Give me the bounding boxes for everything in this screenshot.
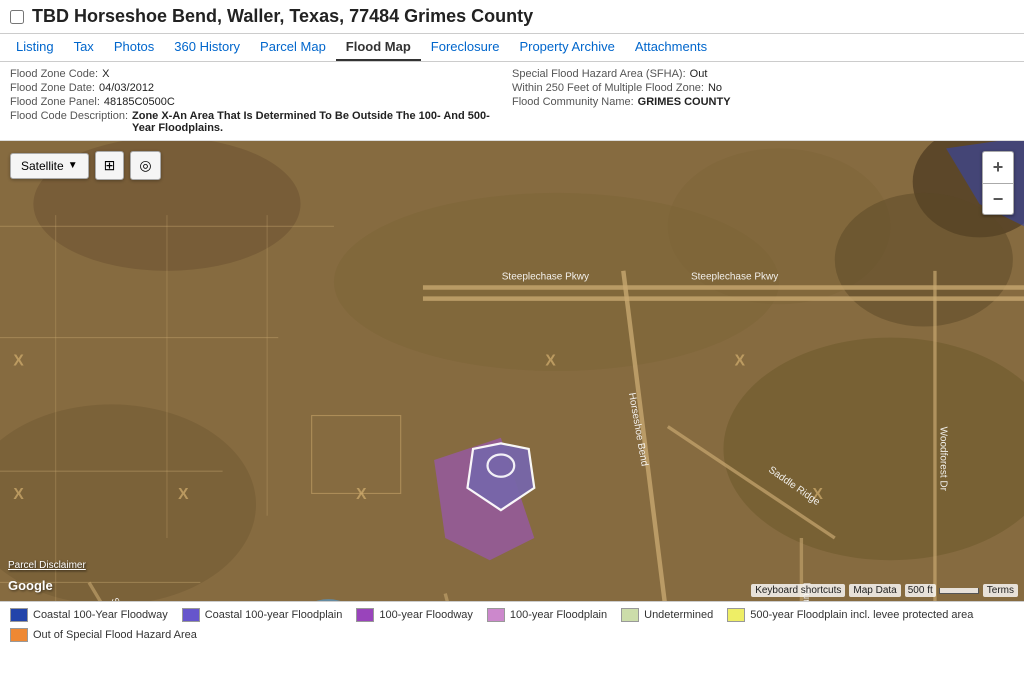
coastal-floodplain-swatch [182,608,200,622]
flood-code-desc-label: Flood Code Description: [10,110,128,134]
map-controls: Satellite ▼ ⊞ ◎ [10,151,161,180]
scale-label: 500 ft [905,584,936,597]
layers-button[interactable]: ⊞ [95,151,125,180]
coastal-floodway-swatch [10,608,28,622]
flood-zone-panel-row: Flood Zone Panel: 48185C0500C [10,96,512,108]
svg-text:X: X [178,486,189,503]
legend-500yr-floodplain: 500-year Floodplain incl. levee protecte… [727,608,973,622]
100yr-floodway-swatch [356,608,374,622]
500yr-swatch [727,608,745,622]
100yr-floodplain-label: 100-year Floodplain [510,609,607,621]
satellite-button[interactable]: Satellite ▼ [10,153,89,179]
keyboard-shortcuts-button[interactable]: Keyboard shortcuts [751,584,845,597]
legend: Coastal 100-Year Floodway Coastal 100-ye… [0,601,1024,648]
undetermined-swatch [621,608,639,622]
sfha-row: Special Flood Hazard Area (SFHA): Out [512,68,1014,80]
community-name-row: Flood Community Name: GRIMES COUNTY [512,96,1014,108]
map-container[interactable]: X X X X X X X X X X X Steeplechase Pkwy … [0,141,1024,601]
dropdown-arrow-icon: ▼ [68,160,78,171]
terms-button[interactable]: Terms [983,584,1018,597]
parcel-disclaimer[interactable]: Parcel Disclaimer [8,560,86,571]
coastal-floodplain-label: Coastal 100-year Floodplain [205,609,343,621]
info-panel: Flood Zone Code: X Flood Zone Date: 04/0… [0,62,1024,141]
svg-text:X: X [545,352,556,369]
within250-value: No [708,82,722,94]
flood-zone-panel-value: 48185C0500C [104,96,175,108]
out-sfha-swatch [10,628,28,642]
flood-zone-code-label: Flood Zone Code: [10,68,98,80]
coastal-floodway-label: Coastal 100-Year Floodway [33,609,168,621]
legend-undetermined: Undetermined [621,608,713,622]
out-sfha-label: Out of Special Flood Hazard Area [33,629,197,641]
flood-zone-panel-label: Flood Zone Panel: [10,96,100,108]
location-icon: ◎ [139,157,151,173]
zoom-controls: + − [982,151,1014,215]
sfha-label: Special Flood Hazard Area (SFHA): [512,68,686,80]
svg-text:Steeplechase Pkwy: Steeplechase Pkwy [502,272,589,283]
nav-bar: Listing Tax Photos 360 History Parcel Ma… [0,34,1024,62]
scale-line [939,588,979,594]
title-checkbox[interactable] [10,10,24,24]
100yr-floodplain-swatch [487,608,505,622]
nav-360history[interactable]: 360 History [164,34,250,61]
community-name-value: GRIMES COUNTY [638,96,731,108]
title-row: TBD Horseshoe Bend, Waller, Texas, 77484… [10,6,1014,27]
flood-zone-date-label: Flood Zone Date: [10,82,95,94]
map-footer: Keyboard shortcuts Map Data 500 ft Terms [751,584,1018,597]
nav-parcelmap[interactable]: Parcel Map [250,34,336,61]
flood-zone-date-row: Flood Zone Date: 04/03/2012 [10,82,512,94]
page-title: TBD Horseshoe Bend, Waller, Texas, 77484… [32,6,533,27]
within250-label: Within 250 Feet of Multiple Flood Zone: [512,82,704,94]
undetermined-label: Undetermined [644,609,713,621]
location-button[interactable]: ◎ [130,151,160,180]
flood-code-desc-row: Flood Code Description: Zone X-An Area T… [10,110,512,134]
community-name-label: Flood Community Name: [512,96,634,108]
svg-text:X: X [13,352,24,369]
500yr-label: 500-year Floodplain incl. levee protecte… [750,609,973,621]
legend-100yr-floodplain: 100-year Floodplain [487,608,607,622]
sfha-value: Out [690,68,708,80]
nav-attachments[interactable]: Attachments [625,34,717,61]
svg-text:X: X [735,352,746,369]
zoom-in-button[interactable]: + [982,151,1014,183]
nav-floodmap[interactable]: Flood Map [336,34,421,61]
nav-tax[interactable]: Tax [64,34,104,61]
svg-text:X: X [356,486,367,503]
legend-coastal-floodplain: Coastal 100-year Floodplain [182,608,343,622]
svg-text:X: X [13,486,24,503]
flood-zone-code-value: X [102,68,109,80]
100yr-floodway-label: 100-year Floodway [379,609,473,621]
nav-foreclosure[interactable]: Foreclosure [421,34,510,61]
zoom-out-button[interactable]: − [982,183,1014,215]
map-data-label: Map Data [849,584,900,597]
nav-listing[interactable]: Listing [6,34,64,61]
nav-photos[interactable]: Photos [104,34,164,61]
satellite-label: Satellite [21,159,64,173]
info-right: Special Flood Hazard Area (SFHA): Out Wi… [512,68,1014,134]
legend-100yr-floodway: 100-year Floodway [356,608,473,622]
google-logo: Google [8,578,53,593]
layers-icon: ⊞ [104,157,116,173]
svg-text:Steeplechase Pkwy: Steeplechase Pkwy [691,272,778,283]
scale-bar: 500 ft [905,584,979,597]
flood-zone-date-value: 04/03/2012 [99,82,154,94]
legend-out-sfha: Out of Special Flood Hazard Area [10,628,197,642]
flood-code-desc-value: Zone X-An Area That Is Determined To Be … [132,110,512,134]
within250-row: Within 250 Feet of Multiple Flood Zone: … [512,82,1014,94]
svg-text:Woodforest Dr: Woodforest Dr [938,427,949,492]
info-left: Flood Zone Code: X Flood Zone Date: 04/0… [10,68,512,134]
nav-propertyarchive[interactable]: Property Archive [509,34,624,61]
legend-coastal-floodway: Coastal 100-Year Floodway [10,608,168,622]
map-background: X X X X X X X X X X X Steeplechase Pkwy … [0,141,1024,601]
flood-zone-code-row: Flood Zone Code: X [10,68,512,80]
header: TBD Horseshoe Bend, Waller, Texas, 77484… [0,0,1024,34]
